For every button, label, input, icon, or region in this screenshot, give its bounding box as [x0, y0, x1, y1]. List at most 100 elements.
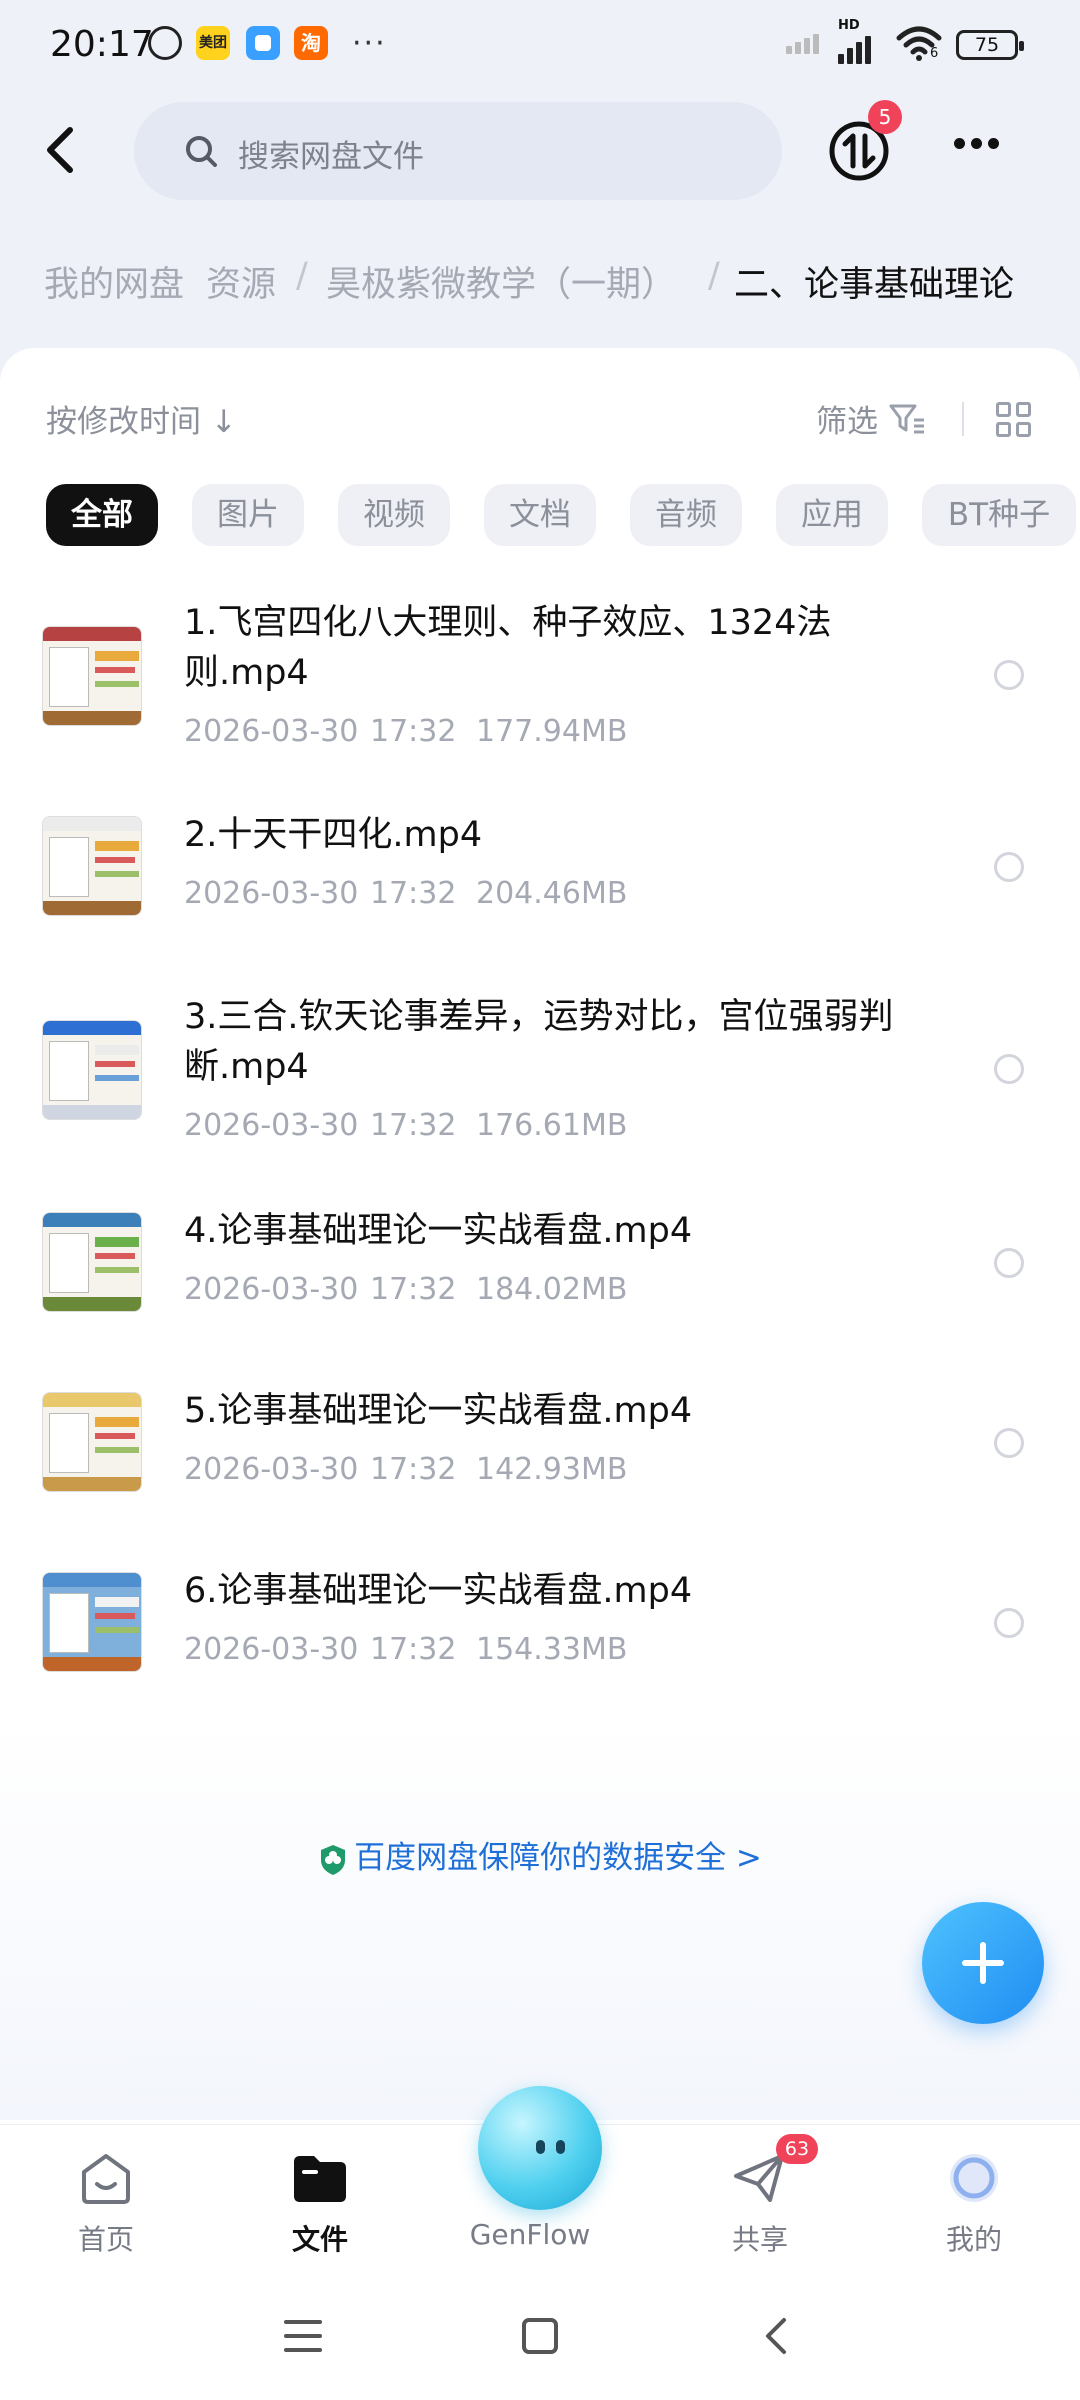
filter-icon[interactable] [888, 402, 926, 436]
data-security-link[interactable]: 百度网盘保障你的数据安全 > [0, 1832, 1080, 1877]
data-security-text: 百度网盘保障你的数据安全 > [354, 1840, 762, 1876]
breadcrumb: 我的网盘 资源 / 昊极紫微教学（一期） / 二、论事基础理论 [44, 256, 1080, 312]
file-size: 176.61MB [476, 1108, 628, 1143]
signal-weak-icon [786, 34, 822, 54]
breadcrumb-item-root[interactable]: 我的网盘 [44, 256, 184, 307]
file-time: 17:32 [370, 1272, 457, 1307]
grid-view-icon[interactable] [996, 402, 1032, 438]
file-time: 17:32 [370, 714, 457, 749]
search-icon [186, 136, 217, 167]
breadcrumb-item-resources[interactable]: 资源 [206, 256, 276, 307]
file-name-line2: 则.mp4 [184, 653, 309, 693]
message-app-icon [246, 26, 280, 60]
list-item[interactable]: 3.三合.钦天论事差异，运势对比，宫位强弱判 断.mp4 2026-03-30 … [0, 984, 1080, 1164]
chip-apps[interactable]: 应用 [776, 484, 888, 546]
genflow-orb-icon[interactable] [478, 2086, 602, 2210]
search-bar[interactable]: 搜索网盘文件 [134, 102, 782, 200]
nav-home[interactable]: 首页 [36, 2150, 176, 2258]
file-name: 2.十天干四化.mp4 [184, 815, 483, 855]
folder-icon [294, 2156, 346, 2202]
select-radio[interactable] [994, 1608, 1024, 1638]
breadcrumb-item-current: 二、论事基础理论 [734, 265, 1015, 305]
file-name: 4.论事基础理论一实战看盘.mp4 [184, 1211, 693, 1251]
more-options-button[interactable] [954, 134, 1008, 164]
back-button[interactable] [36, 118, 84, 182]
list-item[interactable]: 1.飞宫四化八大理则、种子效应、1324法 则.mp4 2026-03-30 1… [0, 590, 1080, 770]
nav-share[interactable]: 共享 [690, 2150, 830, 2258]
select-radio[interactable] [994, 1248, 1024, 1278]
chip-images[interactable]: 图片 [192, 484, 304, 546]
alarm-icon [148, 26, 182, 60]
list-item[interactable]: 4.论事基础理论一实战看盘.mp4 2026-03-30 17:32 184.0… [0, 1196, 1080, 1316]
file-date: 2026-03-30 [184, 1272, 359, 1307]
file-size: 204.46MB [476, 876, 628, 911]
video-thumbnail [42, 1020, 142, 1120]
dot [988, 138, 999, 149]
shield-icon [321, 1844, 346, 1875]
home-icon [82, 2154, 130, 2204]
search-placeholder: 搜索网盘文件 [238, 139, 424, 175]
nav-me[interactable]: 我的 [904, 2150, 1044, 2258]
file-name: 5.论事基础理论一实战看盘.mp4 [184, 1391, 693, 1431]
add-button[interactable] [922, 1902, 1044, 2024]
chip-bt-torrent[interactable]: BT种子 [922, 484, 1076, 546]
nav-files[interactable]: 文件 [250, 2150, 390, 2258]
filter-button[interactable]: 筛选 [816, 396, 878, 441]
video-thumbnail [42, 1572, 142, 1672]
transfer-badge: 5 [868, 100, 902, 134]
network-type-label: HD [838, 18, 860, 33]
video-thumbnail [42, 1392, 142, 1492]
file-date: 2026-03-30 [184, 876, 359, 911]
status-bar: 20:17 美团 淘 ··· HD 6 75 [0, 0, 1080, 92]
breadcrumb-item-course[interactable]: 昊极紫微教学（一期） [326, 256, 676, 307]
home-button[interactable] [522, 2318, 558, 2354]
select-radio[interactable] [994, 852, 1024, 882]
recent-apps-button[interactable] [284, 2320, 322, 2352]
file-name: 6.论事基础理论一实战看盘.mp4 [184, 1571, 693, 1611]
file-date: 2026-03-30 [184, 714, 359, 749]
list-item[interactable]: 2.十天干四化.mp4 2026-03-30 17:32 204.46MB [0, 800, 1080, 920]
list-item[interactable]: 6.论事基础理论一实战看盘.mp4 2026-03-30 17:32 154.3… [0, 1556, 1080, 1676]
chip-audio[interactable]: 音频 [630, 484, 742, 546]
file-time: 17:32 [370, 876, 457, 911]
list-item[interactable]: 5.论事基础理论一实战看盘.mp4 2026-03-30 17:32 142.9… [0, 1376, 1080, 1496]
chip-all[interactable]: 全部 [46, 484, 158, 546]
video-thumbnail [42, 626, 142, 726]
toolbar-divider [962, 402, 964, 436]
nav-home-label: 首页 [77, 2223, 134, 2256]
video-thumbnail [42, 1212, 142, 1312]
file-date: 2026-03-30 [184, 1452, 359, 1487]
file-name-line2: 断.mp4 [184, 1047, 309, 1087]
file-time: 17:32 [370, 1452, 457, 1487]
nav-genflow-label: GenFlow [469, 2218, 591, 2251]
select-radio[interactable] [994, 1428, 1024, 1458]
nav-files-label: 文件 [291, 2223, 348, 2256]
meituan-app-icon: 美团 [196, 26, 230, 60]
nav-share-label: 共享 [731, 2223, 788, 2256]
system-back-button[interactable] [760, 2316, 790, 2356]
panel-footer-background [0, 1720, 1080, 2120]
chip-videos[interactable]: 视频 [338, 484, 450, 546]
select-radio[interactable] [994, 660, 1024, 690]
nav-me-label: 我的 [945, 2223, 1002, 2256]
video-thumbnail [42, 816, 142, 916]
breadcrumb-separator: / [708, 256, 720, 296]
file-time: 17:32 [370, 1632, 457, 1667]
dot [954, 138, 965, 149]
nav-genflow[interactable]: GenFlow [460, 2218, 600, 2251]
file-date: 2026-03-30 [184, 1108, 359, 1143]
file-time: 17:32 [370, 1108, 457, 1143]
avatar-icon [950, 2154, 998, 2202]
wifi-icon: 6 [896, 26, 942, 66]
battery-icon: 75 [956, 30, 1024, 60]
dot [971, 138, 982, 149]
share-badge: 63 [776, 2134, 818, 2164]
select-radio[interactable] [994, 1054, 1024, 1084]
sort-by-modified-button[interactable]: 按修改时间 ↓ [46, 396, 237, 441]
file-name-line1: 3.三合.钦天论事差异，运势对比，宫位强弱判 [184, 997, 894, 1037]
more-notifications-icon: ··· [352, 26, 387, 61]
breadcrumb-separator: / [296, 256, 308, 296]
file-size: 142.93MB [476, 1452, 628, 1487]
wifi-label: 6 [930, 46, 939, 61]
chip-documents[interactable]: 文档 [484, 484, 596, 546]
